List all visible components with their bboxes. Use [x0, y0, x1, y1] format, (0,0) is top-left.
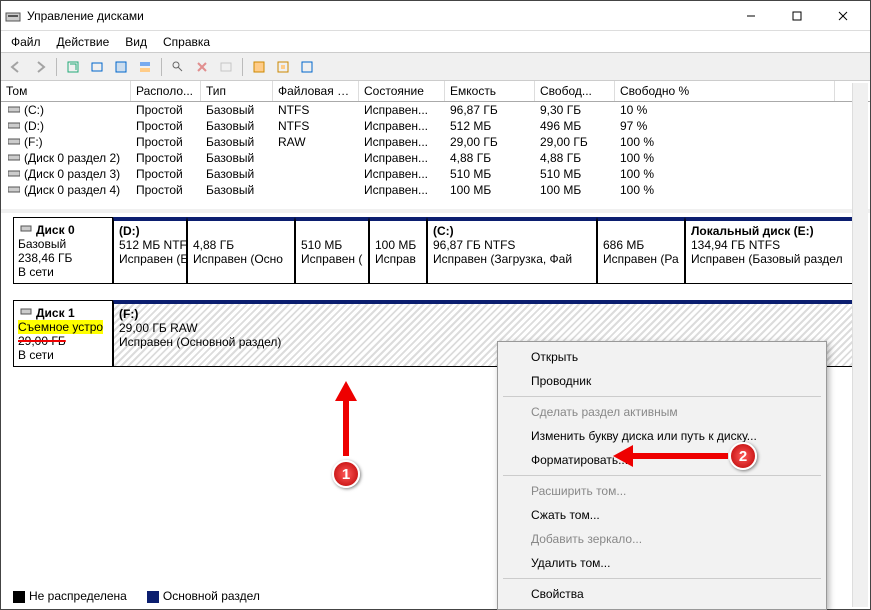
table-row[interactable]: (Диск 0 раздел 2)ПростойБазовыйИсправен.… [1, 150, 870, 166]
toolbar-btn-7[interactable] [215, 56, 237, 78]
annotation-arrow-2 [613, 441, 733, 471]
forward-button[interactable] [29, 56, 51, 78]
app-icon [5, 8, 21, 24]
volume-icon [6, 184, 22, 194]
separator [503, 396, 821, 397]
toolbar-btn-8[interactable] [248, 56, 270, 78]
menu-action[interactable]: Действие [49, 33, 118, 51]
volume-icon [6, 120, 22, 130]
disk-icon [18, 222, 34, 234]
annotation-arrow-1 [331, 381, 361, 461]
toolbar [1, 53, 870, 81]
table-header: Том Располо... Тип Файловая с... Состоян… [1, 81, 870, 102]
col-volume[interactable]: Том [1, 81, 131, 101]
col-state[interactable]: Состояние [359, 81, 445, 101]
partition[interactable]: 686 МБИсправен (Ра [597, 217, 685, 284]
annotation-badge-1: 1 [332, 460, 360, 488]
volume-icon [6, 104, 22, 114]
legend-unallocated: Не распределена [13, 589, 127, 603]
partition[interactable]: 100 МБИсправ [369, 217, 427, 284]
col-type[interactable]: Тип [201, 81, 273, 101]
context-menu: Открыть Проводник Сделать раздел активны… [497, 341, 827, 610]
toolbar-btn-4[interactable] [134, 56, 156, 78]
col-free[interactable]: Свобод... [535, 81, 615, 101]
vertical-scrollbar[interactable] [852, 83, 868, 607]
ctx-delete[interactable]: Удалить том... [501, 551, 823, 575]
table-row[interactable]: (F:)ПростойБазовыйRAWИсправен...29,00 ГБ… [1, 134, 870, 150]
menu-file[interactable]: Файл [3, 33, 49, 51]
volume-icon [6, 152, 22, 162]
window-title: Управление дисками [27, 9, 728, 23]
separator [161, 58, 162, 76]
toolbar-btn-10[interactable] [296, 56, 318, 78]
legend-primary: Основной раздел [147, 589, 260, 603]
table-row[interactable]: (C:)ПростойБазовыйNTFSИсправен...96,87 Г… [1, 102, 870, 118]
titlebar: Управление дисками [1, 1, 870, 31]
disk-0-row: Диск 0 Базовый 238,46 ГБ В сети (D:)512 … [13, 217, 858, 284]
annotation-badge-2: 2 [729, 442, 757, 470]
maximize-button[interactable] [774, 1, 820, 31]
separator [503, 475, 821, 476]
ctx-extend: Расширить том... [501, 479, 823, 503]
col-layout[interactable]: Располо... [131, 81, 201, 101]
table-row[interactable]: (Диск 0 раздел 3)ПростойБазовыйИсправен.… [1, 166, 870, 182]
menu-view[interactable]: Вид [117, 33, 155, 51]
col-capacity[interactable]: Емкость [445, 81, 535, 101]
table-row[interactable]: (Диск 0 раздел 4)ПростойБазовыйИсправен.… [1, 182, 870, 198]
table-row[interactable]: (D:)ПростойБазовыйNTFSИсправен...512 МБ4… [1, 118, 870, 134]
col-pct[interactable]: Свободно % [615, 81, 835, 101]
delete-button[interactable] [191, 56, 213, 78]
disk-1-header[interactable]: Диск 1 Съемное устро 29,00 ГБ В сети [13, 300, 113, 367]
disk-0-header[interactable]: Диск 0 Базовый 238,46 ГБ В сети [13, 217, 113, 284]
ctx-explorer[interactable]: Проводник [501, 369, 823, 393]
partition[interactable]: 4,88 ГБИсправен (Осно [187, 217, 295, 284]
volume-list: Том Располо... Тип Файловая с... Состоян… [1, 81, 870, 213]
toolbar-btn-2[interactable] [86, 56, 108, 78]
close-button[interactable] [820, 1, 866, 31]
back-button[interactable] [5, 56, 27, 78]
toolbar-btn-9[interactable] [272, 56, 294, 78]
toolbar-btn-3[interactable] [110, 56, 132, 78]
disk-icon [18, 305, 34, 317]
ctx-properties[interactable]: Свойства [501, 582, 823, 606]
separator [56, 58, 57, 76]
partition[interactable]: Локальный диск (E:)134,94 ГБ NTFSИсправе… [685, 217, 855, 284]
ctx-active: Сделать раздел активным [501, 400, 823, 424]
legend: Не распределена Основной раздел [13, 585, 260, 607]
ctx-shrink[interactable]: Сжать том... [501, 503, 823, 527]
volume-icon [6, 168, 22, 178]
separator [242, 58, 243, 76]
ctx-open[interactable]: Открыть [501, 345, 823, 369]
col-fs[interactable]: Файловая с... [273, 81, 359, 101]
menu-help[interactable]: Справка [155, 33, 218, 51]
toolbar-btn-5[interactable] [167, 56, 189, 78]
menubar: Файл Действие Вид Справка [1, 31, 870, 53]
partition[interactable]: (D:)512 МБ NTFSИсправен (E [113, 217, 187, 284]
partition[interactable]: 510 МБИсправен ( [295, 217, 369, 284]
minimize-button[interactable] [728, 1, 774, 31]
separator [503, 578, 821, 579]
ctx-mirror: Добавить зеркало... [501, 527, 823, 551]
refresh-button[interactable] [62, 56, 84, 78]
partition[interactable]: (C:)96,87 ГБ NTFSИсправен (Загрузка, Фай [427, 217, 597, 284]
volume-icon [6, 136, 22, 146]
